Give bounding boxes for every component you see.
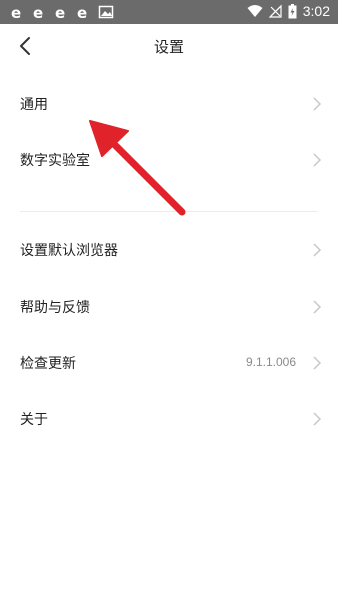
- image-icon: [98, 5, 114, 19]
- svg-text:e: e: [55, 4, 65, 20]
- wifi-icon: [247, 5, 263, 17]
- chevron-right-icon: [313, 97, 322, 111]
- notification-icons: e e e e: [10, 4, 114, 20]
- system-icons: 3:02: [247, 3, 330, 19]
- settings-item-check-update[interactable]: 检查更新 9.1.1.006: [0, 335, 338, 391]
- status-bar: e e e e 3:02: [0, 0, 338, 24]
- settings-item-help-feedback[interactable]: 帮助与反馈: [0, 279, 338, 335]
- item-label: 帮助与反馈: [20, 300, 90, 316]
- signal-icon: [268, 4, 282, 18]
- ie-icon: e: [11, 4, 21, 20]
- page-title: 设置: [153, 38, 184, 56]
- chevron-right-icon: [313, 412, 322, 426]
- ie-icon: e: [77, 4, 87, 20]
- battery-icon: [288, 3, 297, 18]
- ie-icon: e: [33, 4, 43, 20]
- item-label: 设置默认浏览器: [20, 243, 118, 259]
- section-divider: [20, 211, 318, 212]
- header: 设置: [0, 24, 338, 68]
- chevron-right-icon: [313, 356, 322, 370]
- chevron-right-icon: [313, 153, 322, 167]
- status-time: 3:02: [302, 3, 330, 19]
- chevron-right-icon: [313, 243, 322, 257]
- svg-text:e: e: [11, 4, 21, 20]
- ie-icon: e: [55, 4, 65, 20]
- svg-text:e: e: [33, 4, 43, 20]
- item-label: 通用: [20, 97, 48, 113]
- settings-item-about[interactable]: 关于: [0, 391, 338, 447]
- item-label: 检查更新: [20, 356, 76, 372]
- settings-item-digital-lab[interactable]: 数字实验室: [0, 132, 338, 188]
- svg-text:e: e: [77, 4, 87, 20]
- item-label: 关于: [20, 412, 48, 428]
- settings-item-general[interactable]: 通用: [0, 76, 338, 132]
- chevron-right-icon: [313, 300, 322, 314]
- version-value: 9.1.1.006: [245, 355, 296, 369]
- item-label: 数字实验室: [20, 153, 90, 169]
- settings-item-default-browser[interactable]: 设置默认浏览器: [0, 222, 338, 278]
